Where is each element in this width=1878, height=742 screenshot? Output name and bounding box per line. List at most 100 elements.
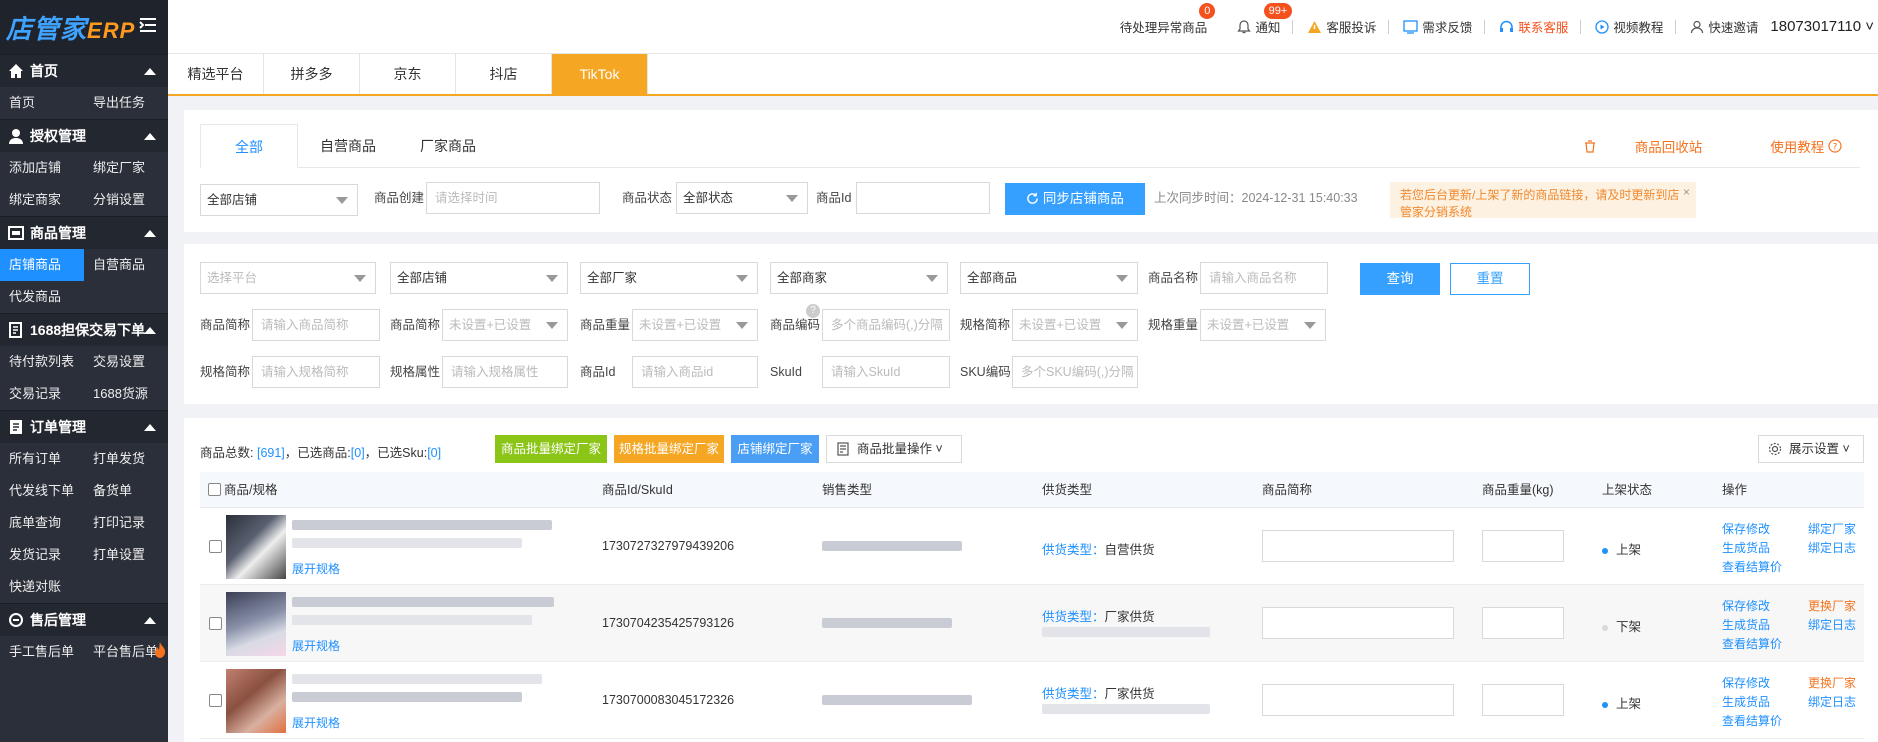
sidebar-section-auth[interactable]: 授权管理 (0, 119, 168, 152)
sku-code-input[interactable]: 多个SKU编码(,)分隔 (1012, 356, 1138, 388)
sidebar-item-own-goods[interactable]: 自营商品 (84, 249, 168, 281)
factory-select[interactable]: 全部厂家 (580, 262, 758, 294)
view-settlement-link[interactable]: 查看结算价 (1722, 558, 1782, 575)
sidebar-section-aftersale[interactable]: 售后管理 (0, 603, 168, 636)
spec-weight-select[interactable]: 未设置+已设置 (1200, 309, 1326, 341)
sidebar-item-pending-pay[interactable]: 待付款列表 (0, 346, 84, 378)
row-checkbox[interactable] (209, 617, 222, 630)
shop-bind-factory-button[interactable]: 店铺绑定厂家 (731, 435, 819, 463)
weight-input[interactable] (1482, 684, 1564, 716)
shop-select-2[interactable]: 全部店铺 (390, 262, 568, 294)
product-thumbnail[interactable] (226, 515, 286, 579)
skuid-input[interactable]: 请输入SkuId (822, 356, 950, 388)
sidebar-item-bind-merchant[interactable]: 绑定商家 (0, 184, 84, 216)
sidebar-item-distribution[interactable]: 分销设置 (84, 184, 168, 216)
short-name-input[interactable] (1262, 530, 1454, 562)
row-checkbox[interactable] (209, 694, 222, 707)
tab-featured[interactable]: 精选平台 (168, 54, 264, 94)
tutorial-link[interactable]: 使用教程 ? (1736, 136, 1842, 156)
product-id-input[interactable]: 请输入商品id (632, 356, 758, 388)
tab-douyin[interactable]: 抖店 (456, 54, 552, 94)
tab-all[interactable]: 全部 (200, 124, 298, 168)
spec-bind-factory-button[interactable]: 规格批量绑定厂家 (614, 435, 724, 463)
weight-input[interactable] (1482, 607, 1564, 639)
sidebar-item-add-shop[interactable]: 添加店铺 (0, 152, 84, 184)
expand-spec-link[interactable]: 展开规格 (292, 560, 340, 577)
reset-button[interactable]: 重置 (1450, 263, 1530, 295)
menu-toggle-icon[interactable] (138, 14, 158, 36)
product-thumbnail[interactable] (226, 669, 286, 733)
sidebar-item-receipt-query[interactable]: 底单查询 (0, 507, 84, 539)
view-settlement-link[interactable]: 查看结算价 (1722, 635, 1782, 652)
sidebar-item-bind-factory[interactable]: 绑定厂家 (84, 152, 168, 184)
sidebar-item-print-ship[interactable]: 打单发货 (84, 443, 168, 475)
user-menu[interactable]: 18073017110 ˅ (1770, 18, 1874, 35)
sidebar-item-export[interactable]: 导出任务 (84, 87, 168, 119)
abnormal-goods-link[interactable]: 待处理异常商品 0 (1120, 3, 1216, 36)
generate-goods-link[interactable]: 生成货品 (1722, 693, 1770, 710)
save-changes-link[interactable]: 保存修改 (1722, 674, 1770, 691)
generate-goods-link[interactable]: 生成货品 (1722, 616, 1770, 633)
generate-goods-link[interactable]: 生成货品 (1722, 539, 1770, 556)
feedback-link[interactable]: 需求反馈 (1403, 17, 1472, 36)
change-factory-link[interactable]: 更换厂家 (1808, 674, 1856, 691)
platform-select[interactable]: 选择平台 (200, 262, 376, 294)
contact-service-link[interactable]: 联系客服 (1499, 17, 1568, 36)
goods-weight-select[interactable]: 未设置+已设置 (632, 309, 758, 341)
sidebar-item-offline-order[interactable]: 代发线下单 (0, 475, 84, 507)
sidebar-item-shop-goods[interactable]: 店铺商品 (0, 249, 84, 281)
video-tutorial-link[interactable]: 视频教程 (1595, 17, 1663, 36)
bind-factory-link[interactable]: 绑定厂家 (1808, 520, 1856, 537)
batch-bind-factory-button[interactable]: 商品批量绑定厂家 (495, 435, 607, 463)
tab-jd[interactable]: 京东 (360, 54, 456, 94)
expand-spec-link[interactable]: 展开规格 (292, 637, 340, 654)
spec-attr-input[interactable]: 请输入规格属性 (442, 356, 568, 388)
help-icon[interactable]: ? (806, 304, 820, 318)
sidebar-item-all-orders[interactable]: 所有订单 (0, 443, 84, 475)
product-thumbnail[interactable] (226, 592, 286, 656)
goods-name-input[interactable]: 请输入商品名称 (1200, 262, 1328, 294)
sidebar-section-1688[interactable]: 1688担保交易下单 (0, 313, 168, 346)
close-icon[interactable]: × (1683, 184, 1690, 201)
sidebar-item-trade-settings[interactable]: 交易设置 (84, 346, 168, 378)
sidebar-item-home[interactable]: 首页 (0, 87, 84, 119)
change-factory-link[interactable]: 更换厂家 (1808, 597, 1856, 614)
expand-spec-link[interactable]: 展开规格 (292, 714, 340, 731)
tab-own[interactable]: 自营商品 (298, 124, 398, 167)
sidebar-item-stock-list[interactable]: 备货单 (84, 475, 168, 507)
tab-factory[interactable]: 厂家商品 (398, 124, 498, 167)
shop-select[interactable]: 全部店铺 (200, 184, 358, 216)
sidebar-item-1688-source[interactable]: 1688货源 (84, 378, 168, 410)
goods-short-input[interactable]: 请输入商品简称 (252, 309, 380, 341)
bind-log-link[interactable]: 绑定日志 (1808, 616, 1856, 633)
goods-id-input[interactable] (856, 182, 990, 214)
sidebar-item-print-settings[interactable]: 打单设置 (84, 539, 168, 571)
sidebar-item-ship-records[interactable]: 发货记录 (0, 539, 84, 571)
goods-select[interactable]: 全部商品 (960, 262, 1138, 294)
spec-short-input[interactable]: 请输入规格简称 (252, 356, 380, 388)
bind-log-link[interactable]: 绑定日志 (1808, 693, 1856, 710)
logo[interactable]: 店管家ERP (0, 0, 168, 54)
query-button[interactable]: 查询 (1360, 263, 1440, 295)
goods-code-input[interactable]: 多个商品编码(,)分隔 (822, 309, 950, 341)
sidebar-section-goods[interactable]: 商品管理 (0, 216, 168, 249)
goods-short-set-select[interactable]: 未设置+已设置 (442, 309, 568, 341)
tab-pinduoduo[interactable]: 拼多多 (264, 54, 360, 94)
sidebar-item-platform-aftersale[interactable]: 平台售后单 (84, 636, 168, 668)
short-name-input[interactable] (1262, 607, 1454, 639)
sidebar-section-orders[interactable]: 订单管理 (0, 410, 168, 443)
sidebar-item-express-check[interactable]: 快递对账 (0, 571, 84, 603)
sidebar-item-trade-records[interactable]: 交易记录 (0, 378, 84, 410)
recycle-bin-link[interactable]: 商品回收站 (1583, 136, 1702, 156)
weight-input[interactable] (1482, 530, 1564, 562)
bind-log-link[interactable]: 绑定日志 (1808, 539, 1856, 556)
save-changes-link[interactable]: 保存修改 (1722, 520, 1770, 537)
display-settings-button[interactable]: 展示设置 ˅ (1758, 435, 1864, 463)
notify-link[interactable]: 通知 99+ (1237, 3, 1293, 36)
invite-link[interactable]: 快速邀请 (1690, 17, 1758, 36)
status-select[interactable]: 全部状态 (676, 182, 808, 214)
sidebar-section-home[interactable]: 首页 (0, 54, 168, 87)
tab-tiktok[interactable]: TikTok (552, 54, 648, 94)
create-time-input[interactable]: 请选择时间 (426, 182, 600, 214)
spec-short-select[interactable]: 未设置+已设置 (1012, 309, 1138, 341)
